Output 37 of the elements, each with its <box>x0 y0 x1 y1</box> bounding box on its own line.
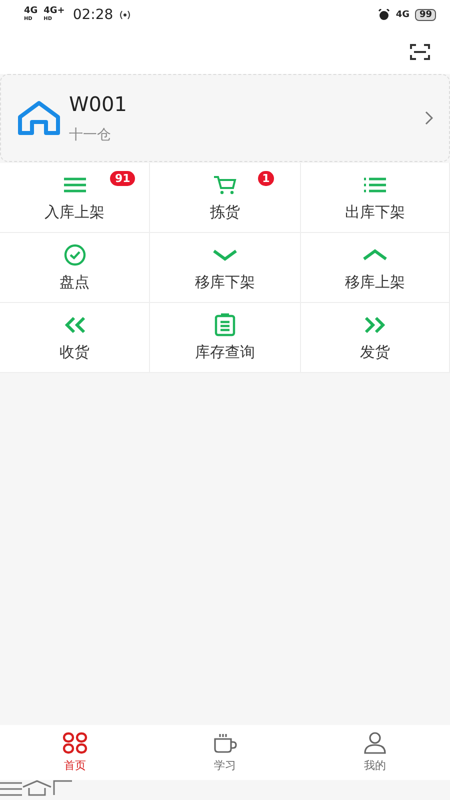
clipboard-icon <box>214 313 236 337</box>
clock-time: 02:28 <box>72 7 114 23</box>
scan-icon[interactable] <box>410 43 430 61</box>
tab[interactable]: 学习 <box>150 725 300 780</box>
check-circle-icon <box>62 244 86 266</box>
function-button[interactable]: 移库上架 <box>300 233 450 303</box>
menu-icon <box>62 177 86 193</box>
cup-icon <box>212 732 238 754</box>
double-chevron-left-icon <box>64 316 86 334</box>
warehouse-code: W001 <box>69 92 128 116</box>
list-icon <box>363 177 387 193</box>
house-icon <box>17 100 61 136</box>
function-button[interactable]: 盘点 <box>0 233 150 303</box>
function-button[interactable]: 出库下架 <box>300 163 450 233</box>
home-icon[interactable] <box>22 780 52 796</box>
chevron-down-icon <box>212 249 238 261</box>
battery-level: 99 <box>415 9 436 21</box>
hotspot-icon <box>119 10 132 20</box>
chevron-up-icon <box>362 249 388 261</box>
double-chevron-right-icon <box>364 316 386 334</box>
function-button[interactable]: 入库上架 91 <box>0 163 150 233</box>
tab[interactable]: 首页 <box>0 725 150 780</box>
cart-icon <box>213 175 237 195</box>
function-button[interactable]: 收货 <box>0 303 150 373</box>
network-label: 4G <box>396 11 410 19</box>
function-button[interactable]: 发货 <box>300 303 450 373</box>
tab[interactable]: 我的 <box>300 725 450 780</box>
back-icon[interactable] <box>52 780 74 796</box>
warehouse-card[interactable]: W001 十一仓 <box>0 74 450 162</box>
grid-icon <box>62 732 88 754</box>
count-badge: 91 <box>110 171 136 186</box>
person-icon <box>362 732 388 754</box>
menu-icon[interactable] <box>0 782 22 796</box>
count-badge: 1 <box>258 171 274 186</box>
alarm-icon <box>378 9 390 21</box>
warehouse-name: 十一仓 <box>69 126 112 144</box>
chevron-right-icon <box>425 111 433 125</box>
